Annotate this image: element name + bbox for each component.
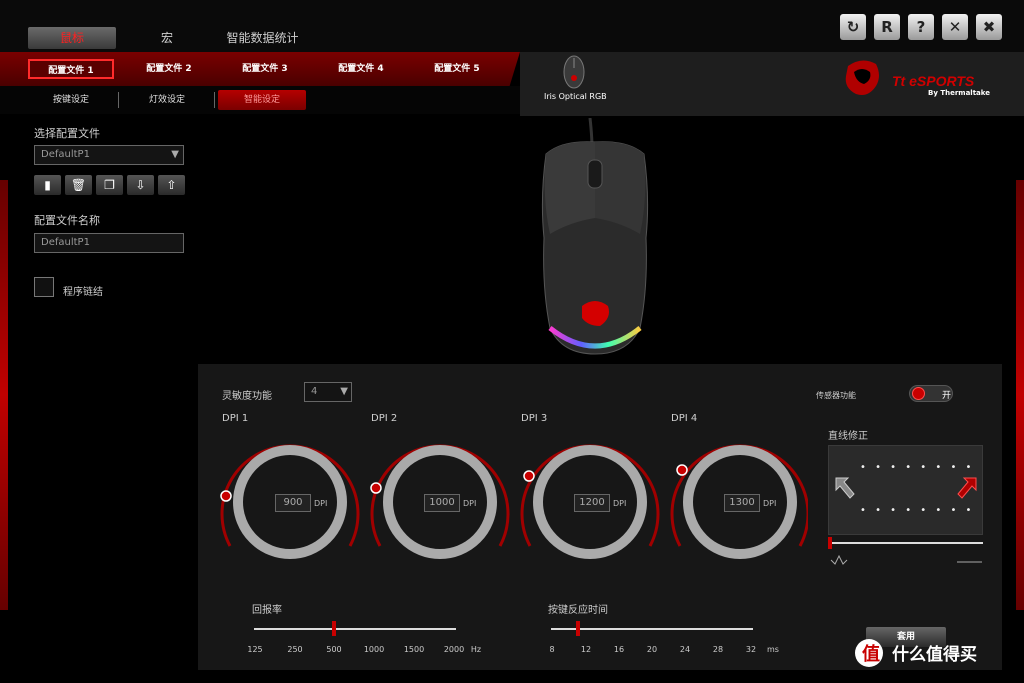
response-time-label: 按键反应时间 — [548, 605, 608, 616]
response-time-tick: 20 — [646, 645, 658, 654]
response-time-tick: 24 — [679, 645, 691, 654]
tools-button[interactable]: ✖ — [976, 14, 1002, 40]
tab-smart-settings[interactable]: 智能设定 — [218, 90, 306, 110]
dpi2-input[interactable]: 1000 — [424, 494, 460, 512]
tab-profile-3[interactable]: 配置文件 3 — [226, 59, 304, 79]
select-profile-label: 选择配置文件 — [34, 127, 100, 140]
link-program-checkbox[interactable] — [34, 277, 54, 297]
report-rate-slider-thumb[interactable] — [332, 621, 336, 636]
report-rate-tick: 250 — [287, 645, 303, 654]
dpi3-dial-knob — [523, 470, 535, 482]
line-correction-wave-icon — [830, 554, 982, 565]
dpi1-unit: DPI — [314, 499, 328, 508]
dpi3-input[interactable]: 1200 — [574, 494, 610, 512]
tab-macro[interactable]: 宏 — [140, 27, 194, 49]
report-rate-tick: 500 — [326, 645, 342, 654]
help-button[interactable]: ? — [908, 14, 934, 40]
sensor-toggle-knob — [912, 387, 925, 400]
tab-mouse[interactable]: 鼠标 — [28, 27, 116, 49]
line-correction-slider[interactable] — [828, 542, 983, 544]
line-correction-dots-bottom: • • • • • • • • — [860, 505, 975, 516]
dpi1-label: DPI 1 — [222, 413, 249, 424]
tab-profile-4[interactable]: 配置文件 4 — [322, 59, 400, 79]
dpi4-input[interactable]: 1300 — [724, 494, 760, 512]
response-time-unit: ms — [767, 645, 779, 654]
report-rate-tick: 2000 — [443, 645, 465, 654]
sensitivity-label: 灵敏度功能 — [222, 391, 272, 402]
link-program-label: 程序链结 — [63, 287, 103, 298]
response-time-tick: 32 — [745, 645, 757, 654]
tab-profile-2[interactable]: 配置文件 2 — [130, 59, 208, 79]
dpi3-unit: DPI — [613, 499, 627, 508]
dpi4-dial-knob — [676, 464, 688, 476]
right-edge-decoration — [1016, 180, 1024, 610]
response-time-tick: 16 — [613, 645, 625, 654]
profile-name-input[interactable]: DefaultP1 — [34, 233, 184, 253]
mouse-image — [541, 118, 649, 355]
chevron-down-icon: ▼ — [171, 149, 179, 160]
sensitivity-value: 4 — [311, 386, 318, 397]
copy-profile-button[interactable]: ❐ — [96, 175, 123, 195]
line-correction-slider-thumb[interactable] — [828, 537, 832, 549]
line-correction-label: 直线修正 — [828, 431, 868, 442]
arrow-up-left-icon — [835, 477, 855, 499]
reset-button[interactable]: R — [874, 14, 900, 40]
report-rate-slider[interactable] — [254, 628, 456, 630]
dpi1-dial-knob — [220, 490, 232, 502]
sensor-label: 传感器功能 — [816, 391, 856, 400]
delete-profile-button[interactable]: 🗑 — [65, 175, 92, 195]
dpi3-label: DPI 3 — [521, 413, 548, 424]
response-time-tick: 8 — [549, 645, 555, 654]
arrow-up-right-icon — [957, 477, 977, 499]
dpi4-unit: DPI — [763, 499, 777, 508]
report-rate-tick: 1500 — [403, 645, 425, 654]
chevron-down-icon: ▼ — [340, 386, 348, 397]
dpi1-input[interactable]: 900 — [275, 494, 311, 512]
sensor-toggle-text: 开 — [942, 391, 952, 401]
save-profile-button[interactable]: ▮ — [34, 175, 61, 195]
brand-name: Tt eSPORTS — [892, 73, 975, 89]
report-rate-unit: Hz — [470, 645, 482, 654]
dpi4-label: DPI 4 — [671, 413, 698, 424]
line-correction-dots-top: • • • • • • • • — [860, 462, 975, 473]
profile-select-value: DefaultP1 — [41, 149, 90, 160]
tab-profile-5[interactable]: 配置文件 5 — [418, 59, 496, 79]
profile-select[interactable]: DefaultP1 ▼ — [34, 145, 184, 165]
dpi2-label: DPI 2 — [371, 413, 398, 424]
response-time-slider[interactable] — [551, 628, 753, 630]
divider — [214, 92, 215, 108]
report-rate-tick: 125 — [247, 645, 263, 654]
tab-stats[interactable]: 智能数据统计 — [215, 27, 310, 49]
response-time-tick: 12 — [580, 645, 592, 654]
tab-lighting[interactable]: 灯效设定 — [136, 90, 198, 110]
device-name: Iris Optical RGB — [544, 92, 607, 101]
report-rate-tick: 1000 — [363, 645, 385, 654]
profile-name-label: 配置文件名称 — [34, 214, 100, 227]
tab-profile-1[interactable]: 配置文件 1 — [28, 59, 114, 79]
close-button[interactable]: ✕ — [942, 14, 968, 40]
left-edge-decoration — [0, 180, 8, 610]
brand-sub: By Thermaltake — [928, 89, 990, 97]
response-time-slider-thumb[interactable] — [576, 621, 580, 636]
watermark-text: 什么值得买 — [892, 645, 977, 665]
mouse-thumbnail-icon[interactable] — [560, 50, 588, 90]
tt-dragon-logo-icon — [845, 60, 879, 95]
report-rate-label: 回报率 — [252, 605, 282, 616]
watermark-logo-glyph: 值 — [862, 644, 880, 665]
refresh-button[interactable]: ↻ — [840, 14, 866, 40]
export-profile-button[interactable]: ⇧ — [158, 175, 185, 195]
response-time-tick: 28 — [712, 645, 724, 654]
sensitivity-select[interactable]: 4 ▼ — [304, 382, 352, 402]
tab-key-settings[interactable]: 按键设定 — [40, 90, 102, 110]
divider — [118, 92, 119, 108]
dpi2-dial-knob — [370, 482, 382, 494]
import-profile-button[interactable]: ⇩ — [127, 175, 154, 195]
dpi2-unit: DPI — [463, 499, 477, 508]
